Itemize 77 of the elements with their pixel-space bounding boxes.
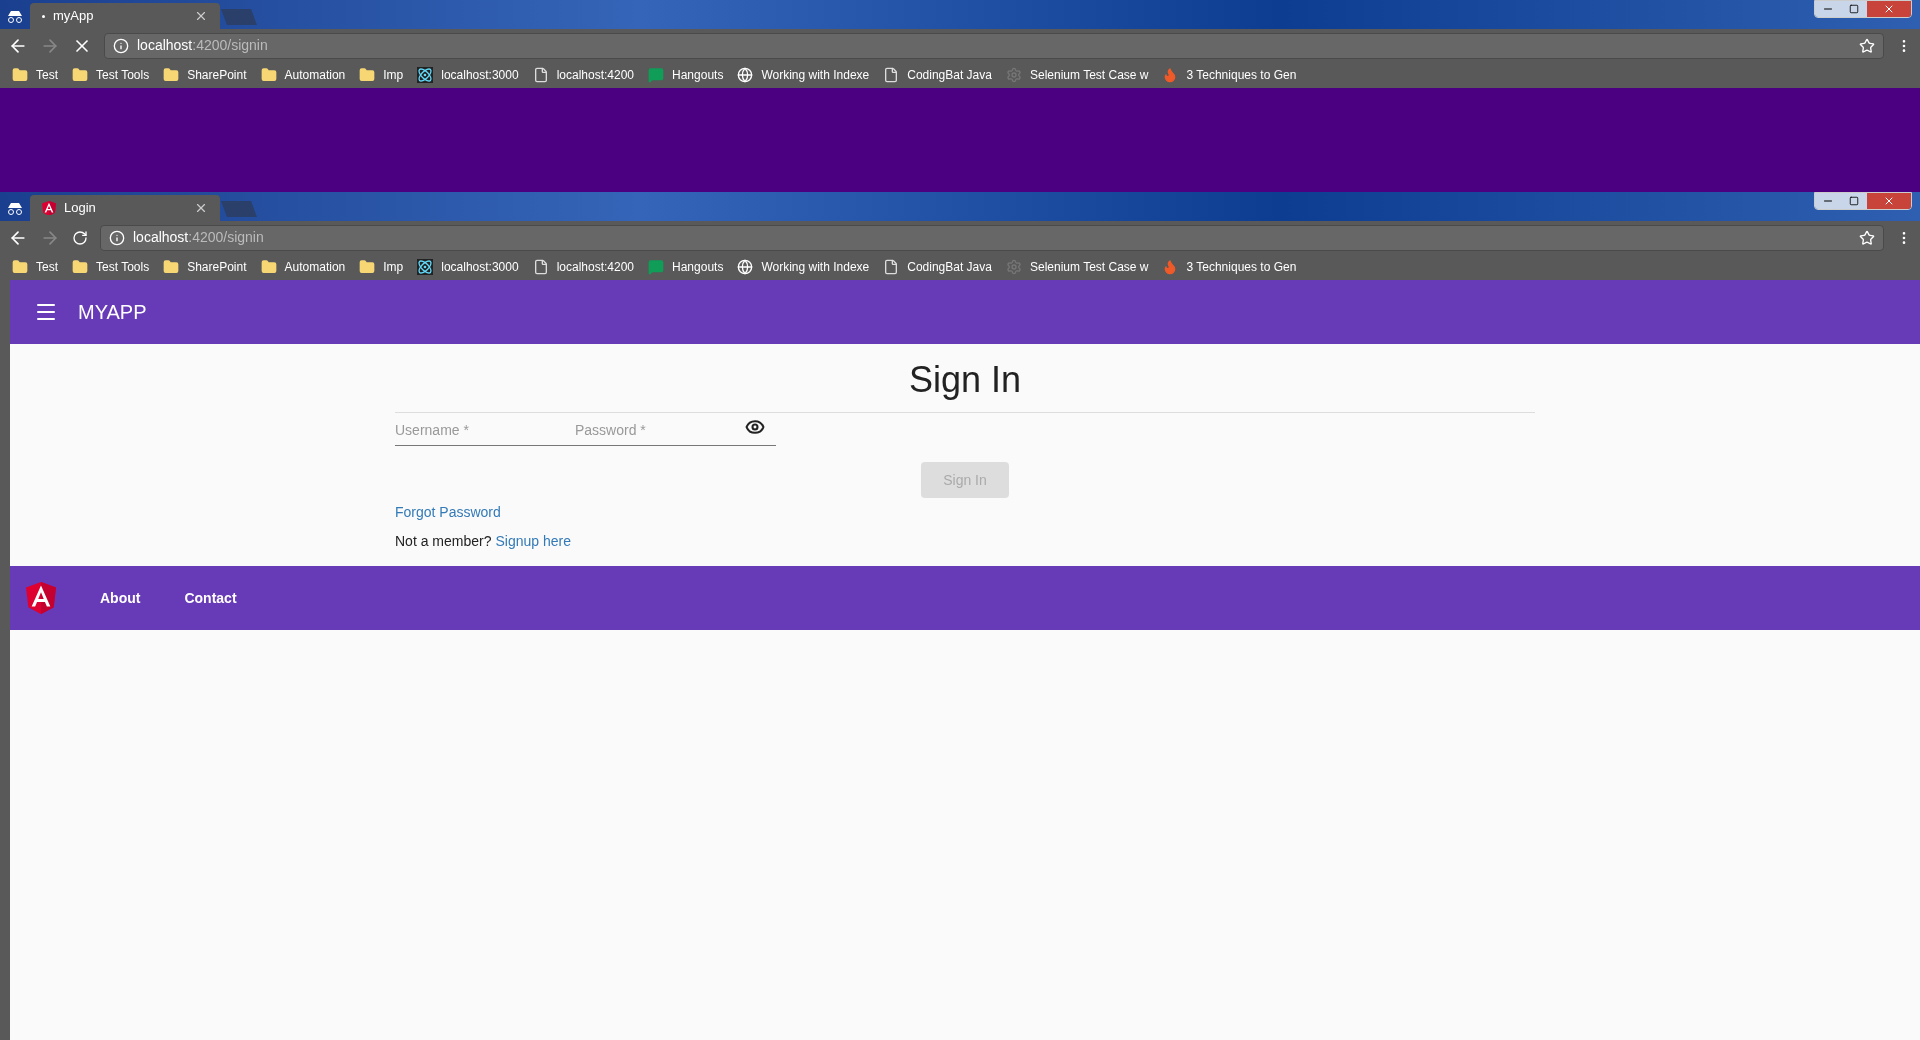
bookmark[interactable]: Automation bbox=[260, 66, 346, 84]
folder-icon bbox=[359, 259, 376, 275]
restore-icon[interactable] bbox=[1841, 1, 1867, 17]
restore-icon[interactable] bbox=[1841, 193, 1867, 209]
folder-icon bbox=[72, 67, 88, 83]
app-title: MYAPP bbox=[78, 300, 147, 325]
bookmark[interactable]: localhost:4200 bbox=[532, 258, 635, 276]
bookmark[interactable]: 3 Techniques to Gen bbox=[1162, 258, 1297, 276]
bookmark[interactable]: SharePoint bbox=[163, 258, 247, 276]
close-icon[interactable] bbox=[194, 201, 208, 215]
bookmark[interactable]: Test bbox=[12, 66, 58, 84]
folder-icon bbox=[163, 67, 180, 83]
globe-icon bbox=[737, 259, 754, 275]
url-text: localhost:4200/signin bbox=[133, 228, 265, 247]
page-icon bbox=[883, 259, 900, 275]
bookmark[interactable]: CodingBat Java bbox=[883, 258, 992, 276]
bookmark[interactable]: Selenium Test Case w bbox=[1006, 258, 1149, 276]
bookmark[interactable]: Hangouts bbox=[648, 258, 724, 276]
bookmark[interactable]: Working with Indexe bbox=[737, 66, 870, 84]
bookmark[interactable]: Imp bbox=[359, 258, 404, 276]
folder-icon bbox=[12, 259, 28, 275]
tab-title: myApp bbox=[53, 7, 95, 26]
gear-icon bbox=[1006, 67, 1022, 83]
reload-icon[interactable] bbox=[72, 229, 88, 246]
bookmark[interactable]: Automation bbox=[260, 258, 346, 276]
angular-icon bbox=[26, 581, 56, 615]
footer-link[interactable]: About bbox=[100, 587, 141, 609]
folder-icon bbox=[72, 259, 88, 275]
bookmark[interactable]: Working with Indexe bbox=[737, 258, 870, 276]
bookmark-star-icon[interactable] bbox=[1859, 229, 1875, 246]
folder-icon bbox=[359, 67, 376, 83]
folder-icon bbox=[260, 259, 277, 275]
page-icon bbox=[883, 67, 900, 83]
address-bar[interactable]: localhost:4200/signin bbox=[100, 224, 1884, 251]
tab-title: Login bbox=[64, 199, 97, 218]
folder-icon bbox=[260, 67, 277, 83]
bookmark[interactable]: Test bbox=[12, 258, 58, 276]
minimize-icon[interactable] bbox=[1815, 1, 1841, 17]
info-icon bbox=[109, 229, 125, 246]
forgot-password-link[interactable]: Forgot Password bbox=[395, 502, 501, 523]
bookmark[interactable]: localhost:3000 bbox=[417, 66, 519, 84]
chat-icon bbox=[648, 67, 665, 83]
close-icon[interactable] bbox=[194, 9, 208, 23]
bookmark[interactable]: SharePoint bbox=[163, 66, 247, 84]
globe-icon bbox=[737, 67, 754, 83]
bookmark[interactable]: Test Tools bbox=[72, 258, 150, 276]
username-field[interactable]: Username * bbox=[395, 420, 575, 441]
bookmark[interactable]: Imp bbox=[359, 66, 404, 84]
info-icon bbox=[113, 37, 129, 54]
folder-icon bbox=[163, 259, 180, 275]
bookmark[interactable]: localhost:3000 bbox=[417, 258, 519, 276]
folder-icon bbox=[12, 67, 28, 83]
url-text: localhost:4200/signin bbox=[137, 36, 269, 55]
page-icon bbox=[532, 259, 549, 275]
bookmark[interactable]: Selenium Test Case w bbox=[1006, 66, 1149, 84]
browser-tab[interactable]: myApp bbox=[30, 3, 220, 29]
eye-icon[interactable] bbox=[745, 417, 765, 437]
footer-link[interactable]: Contact bbox=[184, 587, 237, 609]
bookmark[interactable]: CodingBat Java bbox=[883, 66, 992, 84]
angular-icon bbox=[42, 200, 56, 216]
page-icon bbox=[532, 67, 549, 83]
bookmark[interactable]: 3 Techniques to Gen bbox=[1162, 66, 1297, 84]
page-heading: Sign In bbox=[907, 358, 1023, 402]
signup-link[interactable]: Signup here bbox=[495, 531, 571, 552]
bookmark[interactable]: localhost:4200 bbox=[532, 66, 635, 84]
minimize-icon[interactable] bbox=[1815, 193, 1841, 209]
gear-icon bbox=[1006, 259, 1022, 275]
bookmark[interactable]: Hangouts bbox=[648, 66, 724, 84]
password-field[interactable]: Password * bbox=[575, 420, 745, 441]
bookmark[interactable]: Test Tools bbox=[72, 66, 150, 84]
address-bar[interactable]: localhost:4200/signin bbox=[104, 32, 1884, 59]
bookmark-star-icon[interactable] bbox=[1859, 37, 1875, 54]
signup-prompt: Not a member? bbox=[395, 532, 492, 551]
atom-icon bbox=[417, 67, 434, 83]
browser-tab[interactable]: Login bbox=[30, 195, 220, 221]
atom-icon bbox=[417, 259, 434, 275]
chat-icon bbox=[648, 259, 665, 275]
